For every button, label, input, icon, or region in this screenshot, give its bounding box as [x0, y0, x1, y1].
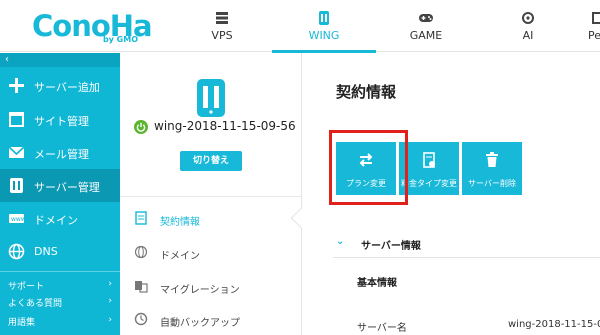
menu-item-label: ドメイン: [160, 251, 200, 262]
nav-label: Pe: [588, 29, 600, 42]
sidebar-item-label: サイト管理: [34, 115, 89, 128]
menu-item-label: マイグレーション: [160, 285, 240, 296]
action-label: サーバー削除: [468, 179, 516, 188]
contract-icon: [135, 211, 147, 225]
ai-chip-icon: [522, 12, 534, 24]
pe-icon: [592, 12, 600, 24]
section-label: サーバー情報: [361, 241, 421, 252]
sidebar-divider: [0, 271, 120, 272]
sub-heading: 基本情報: [357, 278, 397, 289]
switch-server-button[interactable]: 切り替え: [180, 151, 242, 171]
sidebar-item-add-server[interactable]: サーバー追加: [0, 69, 120, 102]
svg-text:www: www: [11, 216, 25, 223]
migration-icon: [135, 281, 148, 293]
top-header: ConoHa by GMO VPS WING GAME AI Pe: [0, 0, 600, 53]
menu-item-backup[interactable]: 自動バックアップ: [120, 308, 302, 332]
sidebar-link-label: よくある質問: [8, 299, 63, 309]
nav-label: VPS: [211, 29, 233, 42]
menu-item-domain[interactable]: ドメイン: [120, 241, 302, 265]
mail-icon: [8, 146, 25, 158]
chevron-right-icon: ›: [108, 279, 112, 289]
field-label: サーバー名: [357, 323, 407, 334]
power-status-icon: [134, 120, 148, 134]
server-icon: [10, 178, 23, 193]
globe-icon: [8, 243, 25, 260]
sidebar-link-glossary[interactable]: 用語集 ›: [8, 315, 116, 329]
server-panel: wing-2018-11-15-09-56 切り替え 契約情報 ドメイン マイグ…: [120, 53, 302, 335]
menu-item-label: 契約情報: [160, 217, 200, 228]
sidebar-link-faq[interactable]: よくある質問 ›: [8, 296, 116, 310]
menu-item-contract[interactable]: 契約情報: [120, 207, 302, 231]
wing-server-icon: [319, 11, 329, 25]
wing-server-icon: [197, 79, 225, 117]
server-info-section-toggle[interactable]: ⌄ サーバー情報: [333, 234, 593, 252]
backup-icon: [134, 312, 148, 326]
field-value: wing-2018-11-15-09-5: [508, 319, 600, 330]
domain-icon: www: [9, 214, 25, 223]
nav-ai[interactable]: AI: [476, 0, 580, 52]
menu-item-label: 自動バックアップ: [160, 318, 240, 329]
nav-label: AI: [522, 29, 534, 42]
sidebar-item-label: メール管理: [34, 148, 89, 161]
plus-icon: [9, 78, 24, 93]
nav-game[interactable]: GAME: [374, 0, 478, 52]
sidebar-item-label: DNS: [34, 245, 58, 258]
sidebar-link-support[interactable]: サポート ›: [8, 279, 116, 293]
gamepad-icon: [419, 14, 433, 22]
server-stack-icon: [216, 12, 228, 24]
sidebar-link-label: サポート: [8, 282, 45, 292]
trash-icon: [486, 152, 498, 167]
menu-item-migration[interactable]: マイグレーション: [120, 275, 302, 299]
sidebar-item-domain[interactable]: www ドメイン: [0, 202, 120, 235]
sidebar-link-label: 用語集: [8, 318, 36, 328]
nav-pe[interactable]: Pe: [578, 0, 600, 52]
sidebar-collapse-button[interactable]: ‹: [0, 53, 120, 67]
delete-server-button[interactable]: サーバー削除: [462, 142, 522, 195]
sidebar-item-dns[interactable]: DNS: [0, 235, 120, 268]
panel-divider: [120, 196, 302, 197]
highlight-box: [329, 130, 408, 205]
left-sidebar: ‹ サーバー追加 サイト管理 メール管理 サーバー管理 www ドメイン DNS…: [0, 53, 120, 335]
page-title: 契約情報: [336, 83, 397, 101]
change-fee-type-button[interactable]: 料金タイプ変更: [399, 142, 459, 195]
main-content: 契約情報 プラン変更 料金タイプ変更 サーバー削除 ⌄ サーバー情報 基本情報 …: [303, 53, 600, 335]
nav-label: GAME: [409, 29, 443, 42]
fee-type-icon: [423, 152, 435, 168]
action-label: 料金タイプ変更: [401, 179, 457, 188]
conoha-control-panel: ConoHa by GMO VPS WING GAME AI Pe ‹ サーバー…: [0, 0, 600, 335]
section-divider: [333, 257, 600, 258]
sidebar-item-mail[interactable]: メール管理: [0, 136, 120, 169]
sidebar-item-site[interactable]: サイト管理: [0, 103, 120, 136]
chevron-right-icon: ›: [108, 296, 112, 306]
site-icon: [9, 112, 24, 127]
sidebar-item-label: サーバー追加: [34, 81, 100, 94]
sidebar-item-label: ドメイン: [34, 214, 78, 227]
nav-vps[interactable]: VPS: [170, 0, 274, 52]
server-name: wing-2018-11-15-09-56: [154, 119, 296, 133]
sidebar-item-server[interactable]: サーバー管理: [0, 169, 120, 202]
server-name-row: wing-2018-11-15-09-56: [130, 119, 300, 135]
nav-label: WING: [308, 29, 340, 42]
conoha-logo[interactable]: ConoHa by GMO: [32, 11, 153, 45]
sidebar-item-label: サーバー管理: [34, 181, 100, 194]
chevron-down-icon: ⌄: [336, 236, 345, 247]
chevron-right-icon: ›: [108, 315, 112, 325]
domain-globe-icon: [134, 245, 148, 259]
nav-wing[interactable]: WING: [272, 0, 376, 53]
logo-by-text: by GMO: [102, 35, 138, 44]
